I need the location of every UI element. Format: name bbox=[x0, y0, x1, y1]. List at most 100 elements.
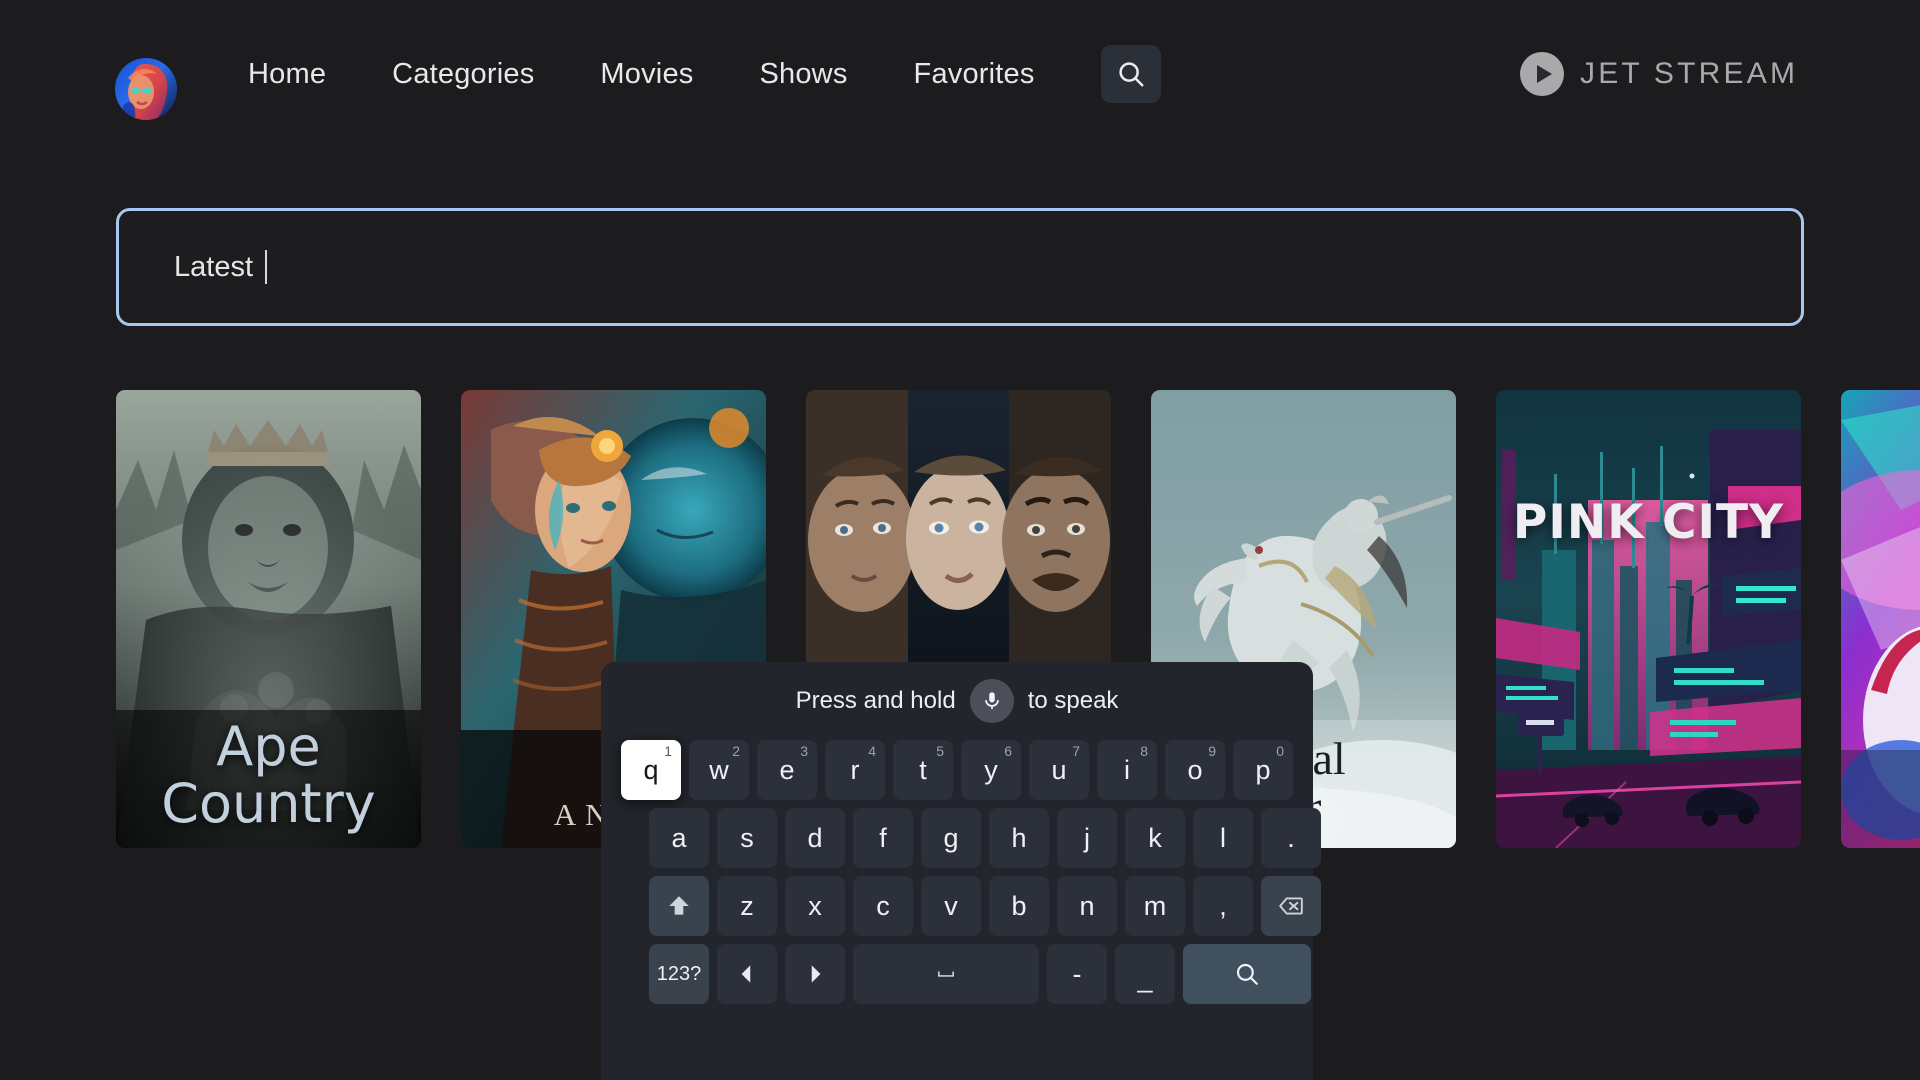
microphone-icon bbox=[984, 692, 999, 710]
brand-name: JET STREAM bbox=[1580, 57, 1799, 90]
app-root: Home Categories Movies Shows Favorites J… bbox=[0, 0, 1920, 1080]
key-e-label: e bbox=[779, 754, 795, 785]
key-hyphen-label: - bbox=[1072, 958, 1082, 989]
key-a-label: a bbox=[671, 822, 687, 853]
key-period[interactable]: . bbox=[1261, 808, 1321, 868]
key-p-sup: 0 bbox=[1276, 743, 1284, 759]
key-symbols-123[interactable]: 123? bbox=[649, 944, 709, 1004]
key-e-sup: 3 bbox=[800, 743, 808, 759]
nav-item-home[interactable]: Home bbox=[248, 48, 326, 101]
poster-art-vivid-abstract bbox=[1841, 390, 1920, 848]
search-input-field[interactable]: Latest bbox=[116, 208, 1804, 326]
nav-item-favorites[interactable]: Favorites bbox=[914, 48, 1035, 101]
nav-item-categories[interactable]: Categories bbox=[392, 48, 534, 101]
poster-card-pink-city[interactable]: PINK CITY bbox=[1496, 390, 1801, 848]
space-icon bbox=[938, 971, 954, 977]
key-f[interactable]: f bbox=[853, 808, 913, 868]
key-b[interactable]: b bbox=[989, 876, 1049, 936]
key-a[interactable]: a bbox=[649, 808, 709, 868]
key-k-label: k bbox=[1148, 822, 1162, 853]
key-o-sup: 9 bbox=[1208, 743, 1216, 759]
key-q-sup: 1 bbox=[664, 743, 672, 759]
key-q[interactable]: 1q bbox=[621, 740, 681, 800]
search-icon bbox=[1118, 62, 1144, 87]
key-j[interactable]: j bbox=[1057, 808, 1117, 868]
avatar-portrait-icon bbox=[115, 58, 177, 120]
key-c-label: c bbox=[876, 890, 890, 921]
key-y-sup: 6 bbox=[1004, 743, 1012, 759]
poster-title: CY bbox=[1841, 783, 1920, 848]
shift-icon bbox=[669, 896, 689, 915]
microphone-button[interactable] bbox=[969, 679, 1014, 723]
key-u-sup: 7 bbox=[1072, 743, 1080, 759]
key-c[interactable]: c bbox=[853, 876, 913, 936]
search-icon bbox=[1236, 963, 1258, 985]
key-h[interactable]: h bbox=[989, 808, 1049, 868]
poster-title-line-2: Country bbox=[161, 771, 376, 835]
key-l[interactable]: l bbox=[1193, 808, 1253, 868]
key-m-label: m bbox=[1143, 890, 1167, 921]
key-e[interactable]: 3e bbox=[757, 740, 817, 800]
nav-item-movies[interactable]: Movies bbox=[600, 48, 693, 101]
key-d[interactable]: d bbox=[785, 808, 845, 868]
key-m[interactable]: m bbox=[1125, 876, 1185, 936]
poster-title: Ape Country bbox=[116, 714, 421, 848]
text-cursor bbox=[265, 250, 267, 284]
voice-prompt-after: to speak bbox=[1027, 687, 1119, 714]
key-r-sup: 4 bbox=[868, 743, 876, 759]
key-s[interactable]: s bbox=[717, 808, 777, 868]
key-o[interactable]: 9o bbox=[1165, 740, 1225, 800]
user-avatar[interactable] bbox=[115, 58, 177, 120]
poster-title-line-1: Ape bbox=[216, 714, 321, 778]
key-k[interactable]: k bbox=[1125, 808, 1185, 868]
key-q-label: q bbox=[643, 754, 659, 785]
key-cursor-right[interactable] bbox=[785, 944, 845, 1004]
key-n[interactable]: n bbox=[1057, 876, 1117, 936]
key-hyphen[interactable]: - bbox=[1047, 944, 1107, 1004]
key-r[interactable]: 4r bbox=[825, 740, 885, 800]
key-y-label: y bbox=[984, 754, 998, 785]
key-r-label: r bbox=[850, 754, 860, 785]
keyboard-row-3: z x c v b n m , bbox=[621, 876, 1321, 936]
key-x[interactable]: x bbox=[785, 876, 845, 936]
voice-prompt-before: Press and hold bbox=[795, 687, 956, 714]
key-comma[interactable]: , bbox=[1193, 876, 1253, 936]
key-search-submit[interactable] bbox=[1183, 944, 1311, 1004]
keyboard-row-4: 123? - _ bbox=[621, 944, 1311, 1004]
key-underscore-label: _ bbox=[1137, 963, 1153, 993]
key-i-label: i bbox=[1124, 754, 1130, 785]
key-underscore[interactable]: _ bbox=[1115, 944, 1175, 1004]
key-z-label: z bbox=[740, 890, 754, 921]
key-period-label: . bbox=[1287, 822, 1295, 853]
key-w-label: w bbox=[709, 754, 729, 785]
key-n-label: n bbox=[1079, 890, 1095, 921]
poster-card-cyber[interactable]: CY bbox=[1841, 390, 1920, 848]
key-shift[interactable] bbox=[649, 876, 709, 936]
key-w-sup: 2 bbox=[732, 743, 740, 759]
key-comma-label: , bbox=[1219, 890, 1227, 921]
brand-logo: JET STREAM bbox=[1520, 0, 1798, 148]
key-i-sup: 8 bbox=[1140, 743, 1148, 759]
key-g-label: g bbox=[943, 822, 959, 853]
search-button[interactable] bbox=[1100, 45, 1161, 103]
key-u[interactable]: 7u bbox=[1029, 740, 1089, 800]
key-h-label: h bbox=[1011, 822, 1027, 853]
key-g[interactable]: g bbox=[921, 808, 981, 868]
main-nav: Home Categories Movies Shows Favorites bbox=[248, 0, 1161, 148]
key-backspace[interactable] bbox=[1261, 876, 1321, 936]
poster-card-ape-country[interactable]: Ape Country bbox=[116, 390, 421, 848]
key-y[interactable]: 6y bbox=[961, 740, 1021, 800]
key-p[interactable]: 0p bbox=[1233, 740, 1293, 800]
key-z[interactable]: z bbox=[717, 876, 777, 936]
play-circle-icon bbox=[1520, 52, 1564, 96]
key-v[interactable]: v bbox=[921, 876, 981, 936]
cursor-left-icon bbox=[741, 965, 751, 983]
key-t[interactable]: 5t bbox=[893, 740, 953, 800]
nav-item-shows[interactable]: Shows bbox=[759, 48, 847, 101]
key-w[interactable]: 2w bbox=[689, 740, 749, 800]
key-i[interactable]: 8i bbox=[1097, 740, 1157, 800]
key-cursor-left[interactable] bbox=[717, 944, 777, 1004]
onscreen-keyboard: Press and hold to speak 1q 2w 3e 4r 5t 6… bbox=[601, 662, 1321, 1080]
key-space[interactable] bbox=[853, 944, 1039, 1004]
key-b-label: b bbox=[1011, 890, 1027, 921]
